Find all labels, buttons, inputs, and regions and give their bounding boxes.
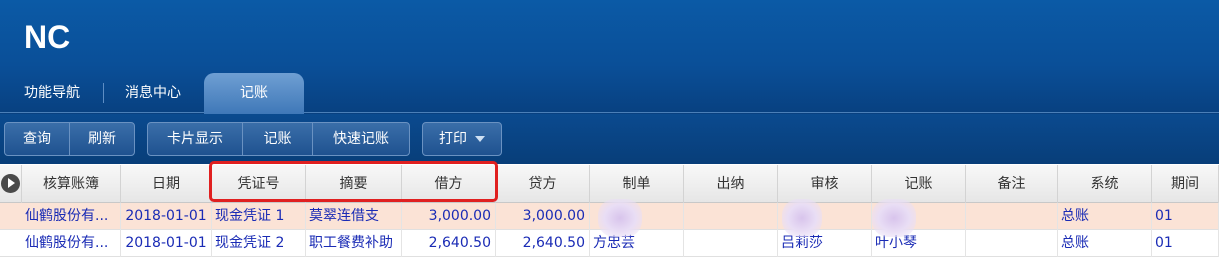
column-header[interactable]: 系统 <box>1058 165 1152 203</box>
cell-period: 01 <box>1152 230 1219 257</box>
quick-post-button[interactable]: 快速记账 <box>313 123 409 155</box>
cell-summary: 莫翠连借支 <box>306 203 402 230</box>
cell-date: 2018-01-01 <box>121 230 212 257</box>
column-header[interactable]: 记账 <box>872 165 966 203</box>
table-header: 核算账簿 日期 凭证号 摘要 借方 贷方 制单 出纳 审核 记账 备注 系统 期… <box>0 165 1219 203</box>
cell-summary: 职工餐费补助 <box>306 230 402 257</box>
cell-date: 2018-01-01 <box>121 203 212 230</box>
redaction-blur <box>872 199 916 237</box>
button-group-print: 打印 <box>422 122 502 156</box>
cell-system: 总账 <box>1058 203 1152 230</box>
cell-cashier <box>684 230 778 257</box>
print-button[interactable]: 打印 <box>423 123 501 155</box>
cell-book: 仙鹤股份有... <box>22 203 121 230</box>
column-header[interactable]: 核算账簿 <box>22 165 121 203</box>
refresh-button[interactable]: 刷新 <box>70 123 134 155</box>
tab-function-nav[interactable]: 功能导航 <box>0 73 104 113</box>
column-header[interactable]: 期间 <box>1152 165 1219 203</box>
column-header[interactable]: 日期 <box>121 165 212 203</box>
column-header[interactable]: 出纳 <box>684 165 778 203</box>
cell-note <box>966 230 1058 257</box>
column-header[interactable]: 备注 <box>966 165 1058 203</box>
cell-cashier <box>684 203 778 230</box>
cell-system: 总账 <box>1058 230 1152 257</box>
tab-bar: 功能导航 消息中心 记账 <box>0 73 1219 114</box>
cell-credit: 3,000.00 <box>496 203 590 230</box>
annotation-highlight-box <box>209 161 498 202</box>
column-header[interactable]: 贷方 <box>496 165 590 203</box>
card-view-button[interactable]: 卡片显示 <box>148 123 243 155</box>
redaction-blur <box>598 199 642 237</box>
post-button[interactable]: 记账 <box>243 123 313 155</box>
nc-logo: NC <box>24 19 70 54</box>
app-header: NC 功能导航 消息中心 记账 <box>0 0 1219 118</box>
cell-voucher: 现金凭证 2 <box>212 230 306 257</box>
column-header[interactable]: 审核 <box>778 165 872 203</box>
tab-message-center[interactable]: 消息中心 <box>104 73 202 113</box>
print-label: 打印 <box>439 131 467 147</box>
cell-voucher: 现金凭证 1 <box>212 203 306 230</box>
tab-bookkeeping[interactable]: 记账 <box>204 73 304 114</box>
button-group-posting: 卡片显示 记账 快速记账 <box>147 122 410 156</box>
chevron-down-icon <box>475 136 485 142</box>
voucher-table: 核算账簿 日期 凭证号 摘要 借方 贷方 制单 出纳 审核 记账 备注 系统 期… <box>0 165 1219 257</box>
row-expand-control[interactable] <box>0 165 22 203</box>
svg-text:NC: NC <box>24 19 70 54</box>
button-group-query: 查询 刷新 <box>4 122 135 156</box>
cell-debit: 3,000.00 <box>402 203 496 230</box>
query-button[interactable]: 查询 <box>5 123 70 155</box>
cell-credit: 2,640.50 <box>496 230 590 257</box>
cell-debit: 2,640.50 <box>402 230 496 257</box>
toolbar: 查询 刷新 卡片显示 记账 快速记账 打印 <box>0 114 1219 164</box>
cell-book: 仙鹤股份有... <box>22 230 121 257</box>
redaction-blur <box>782 199 822 237</box>
cell-note <box>966 203 1058 230</box>
cell-period: 01 <box>1152 203 1219 230</box>
column-header[interactable]: 制单 <box>590 165 684 203</box>
play-arrow-icon <box>8 178 15 188</box>
